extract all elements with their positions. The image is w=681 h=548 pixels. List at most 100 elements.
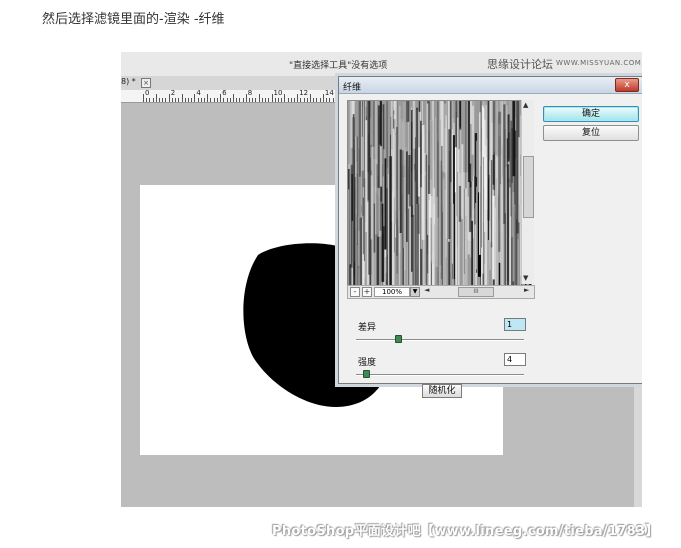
ruler-tick bbox=[232, 94, 234, 102]
strength-label: 强度 bbox=[358, 358, 377, 368]
ruler-tick bbox=[165, 98, 167, 102]
ruler-number: 0 bbox=[145, 89, 150, 97]
dialog-title-bar[interactable]: 纤维 x bbox=[339, 77, 642, 94]
ruler-tick bbox=[335, 94, 337, 102]
ruler-tick bbox=[239, 98, 241, 102]
ruler-tick bbox=[175, 98, 177, 102]
preview-zoom-bar: - + 100% ▼ ◄ III ► bbox=[347, 285, 535, 299]
ok-button[interactable]: 确定 bbox=[543, 106, 639, 122]
ruler-tick bbox=[184, 98, 186, 102]
ruler-tick bbox=[310, 94, 312, 102]
strength-input[interactable]: 4 bbox=[504, 353, 526, 366]
ruler-tick bbox=[255, 98, 257, 102]
ruler-tick bbox=[316, 98, 318, 102]
ruler-tick bbox=[252, 98, 254, 102]
close-button[interactable]: x bbox=[615, 78, 639, 92]
ruler-tick bbox=[332, 98, 334, 102]
ruler-tick bbox=[303, 98, 305, 102]
ruler-tick bbox=[204, 98, 206, 102]
ruler-number: 14 bbox=[324, 89, 334, 97]
ruler-tick bbox=[245, 94, 247, 102]
ruler-tick bbox=[281, 98, 283, 102]
scroll-left-icon[interactable]: ◄ bbox=[424, 286, 429, 294]
ruler-tick bbox=[197, 98, 199, 102]
ruler-tick bbox=[210, 98, 212, 102]
ruler-tick bbox=[236, 98, 238, 102]
variance-slider-track[interactable] bbox=[356, 339, 524, 341]
strength-slider-track[interactable] bbox=[356, 374, 524, 376]
ruler-tick bbox=[300, 98, 302, 102]
scroll-thumb[interactable] bbox=[523, 156, 534, 218]
options-bar-text: "直接选择工具"没有选项 bbox=[289, 61, 388, 71]
ruler-number: 4 bbox=[196, 89, 201, 97]
ruler-tick bbox=[274, 98, 276, 102]
ruler-tick bbox=[249, 98, 250, 102]
scroll-up-icon[interactable]: ▲ bbox=[523, 101, 528, 109]
filter-preview[interactable] bbox=[347, 100, 532, 286]
ruler-tick bbox=[284, 94, 286, 102]
ruler-tick bbox=[194, 94, 196, 102]
ruler-tick bbox=[268, 98, 270, 102]
close-icon[interactable]: × bbox=[141, 78, 151, 88]
ruler-tick bbox=[159, 98, 161, 102]
ruler-tick bbox=[258, 94, 260, 102]
ruler-tick bbox=[181, 94, 183, 102]
fibers-dialog: 纤维 x ▲ ▼ - + 100% ▼ ◄ III ► 确定 复位 差异 1 强… bbox=[338, 76, 642, 398]
ruler-tick bbox=[293, 98, 295, 102]
ruler-tick bbox=[326, 98, 328, 102]
document-tab-label: 8) * bbox=[121, 77, 136, 86]
ruler-number: 12 bbox=[299, 89, 309, 97]
ruler-tick bbox=[213, 98, 215, 102]
ruler-tick bbox=[171, 98, 173, 102]
photoshop-screenshot: "直接选择工具"没有选项 思缘设计论坛 WWW.MISSYUAN.COM 8) … bbox=[121, 52, 642, 507]
ruler-tick bbox=[220, 94, 222, 102]
ruler-tick bbox=[191, 98, 193, 102]
ruler-tick bbox=[306, 98, 308, 102]
ruler-tick bbox=[178, 98, 180, 102]
ruler-tick bbox=[287, 98, 289, 102]
dialog-title: 纤维 bbox=[343, 83, 362, 93]
randomize-button[interactable]: 随机化 bbox=[422, 384, 462, 398]
zoom-level: 100% bbox=[374, 287, 410, 297]
variance-label: 差异 bbox=[358, 323, 377, 333]
ruler-number: 8 bbox=[247, 89, 253, 97]
ruler-tick bbox=[297, 94, 299, 102]
ruler-tick bbox=[200, 98, 202, 102]
ruler-tick bbox=[226, 98, 228, 102]
variance-input[interactable]: 1 bbox=[504, 318, 526, 331]
ruler-tick bbox=[277, 98, 279, 102]
caption-text: 然后选择滤镜里面的-渲染 -纤维 bbox=[42, 12, 225, 27]
zoom-out-button[interactable]: - bbox=[350, 287, 360, 297]
ruler-tick bbox=[290, 98, 292, 102]
ruler-tick bbox=[146, 98, 148, 102]
ruler-tick bbox=[319, 98, 321, 102]
scroll-right-icon[interactable]: ► bbox=[524, 286, 529, 294]
reset-button[interactable]: 复位 bbox=[543, 125, 639, 141]
variance-slider-thumb[interactable] bbox=[395, 335, 402, 343]
ruler-tick bbox=[329, 98, 331, 102]
ruler-tick bbox=[216, 98, 218, 102]
photoshop-options-bar: "直接选择工具"没有选项 思缘设计论坛 WWW.MISSYUAN.COM bbox=[121, 52, 642, 77]
brand-url: WWW.MISSYUAN.COM bbox=[556, 59, 642, 67]
ruler-tick bbox=[229, 98, 231, 102]
ruler-tick bbox=[162, 98, 164, 102]
ruler-tick bbox=[168, 94, 170, 102]
ruler-number: 10 bbox=[273, 89, 283, 97]
zoom-dropdown-icon[interactable]: ▼ bbox=[410, 287, 420, 297]
horizontal-scroll-thumb[interactable]: III bbox=[458, 287, 494, 297]
ruler-tick bbox=[313, 98, 315, 102]
ruler-tick bbox=[223, 98, 225, 102]
preview-vertical-scrollbar[interactable]: ▲ ▼ bbox=[521, 100, 534, 284]
fibers-texture bbox=[348, 101, 531, 285]
ruler-tick bbox=[242, 98, 244, 102]
ruler-tick bbox=[152, 98, 154, 102]
ruler-tick bbox=[207, 94, 209, 102]
watermark-text: PhotoShop平面设计吧【www.lineeg.com/tieba/1783… bbox=[272, 524, 659, 539]
strength-slider-thumb[interactable] bbox=[363, 370, 371, 378]
scroll-down-icon[interactable]: ▼ bbox=[523, 274, 528, 282]
ruler-tick bbox=[143, 94, 144, 102]
ruler-tick bbox=[261, 98, 263, 102]
ruler-number: 6 bbox=[222, 89, 227, 97]
zoom-in-button[interactable]: + bbox=[362, 287, 372, 297]
ruler-tick bbox=[149, 98, 151, 102]
